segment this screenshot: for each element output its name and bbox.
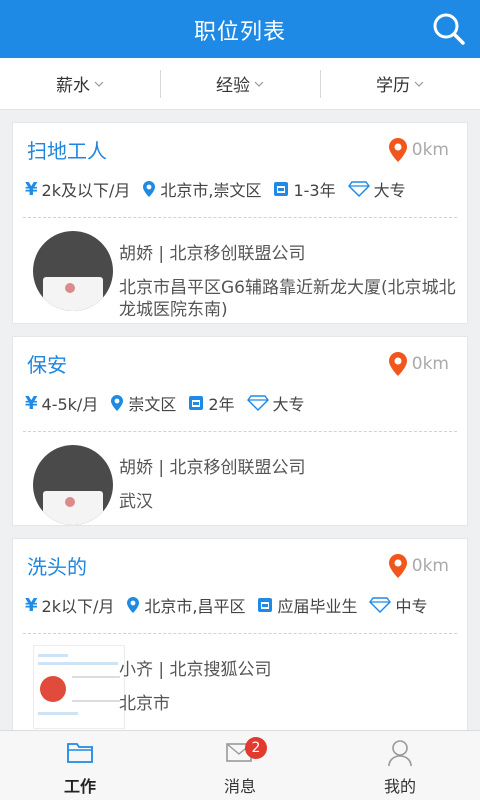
company-avatar [33, 231, 113, 311]
salary-value: 2k以下/月 [41, 597, 115, 616]
filter-bar: 薪水 经验 学历 [0, 58, 480, 110]
education-value: 大专 [272, 395, 305, 414]
distance: 0km [388, 137, 449, 163]
job-list: 扫地工人 0km ¥2k及以下/月 北京市,崇文区 1-3年 大专 胡娇 | 北… [0, 110, 480, 730]
map-pin-icon [110, 394, 124, 412]
tab-messages[interactable]: 消息 [160, 731, 320, 800]
filter-experience[interactable]: 经验 [160, 58, 320, 109]
education-tag: 中专 [369, 593, 428, 617]
experience-tag: 应届毕业生 [257, 593, 357, 617]
tab-label: 消息 [223, 777, 256, 796]
map-pin-icon [126, 596, 140, 614]
salary-value: 2k及以下/月 [41, 181, 131, 200]
experience-tag: 1-3年 [273, 177, 336, 201]
bottom-tab-bar: 工作 消息 我的 2 [0, 730, 480, 800]
company-avatar [33, 445, 113, 525]
search-icon[interactable] [432, 12, 466, 46]
job-address: 北京市昌平区G6辅路靠近新龙大厦(北京城北龙城医院东南) [119, 278, 456, 320]
location-tag: 崇文区 [110, 391, 176, 415]
education-value: 中专 [395, 597, 428, 616]
distance-value: 0km [411, 140, 449, 160]
user-icon [387, 739, 413, 771]
job-tags: ¥2k及以下/月 北京市,崇文区 1-3年 大专 [25, 177, 418, 201]
experience-tag: 2年 [188, 391, 235, 415]
diamond-icon [246, 395, 269, 411]
diamond-icon [347, 181, 370, 197]
distance: 0km [388, 553, 449, 579]
calendar-icon [273, 181, 289, 197]
chevron-down-icon [94, 81, 104, 87]
salary-tag: ¥4-5k/月 [25, 391, 98, 415]
chevron-down-icon [414, 81, 424, 87]
calendar-icon [257, 597, 273, 613]
divider [23, 633, 457, 634]
tab-me[interactable]: 我的 [320, 731, 480, 800]
filter-salary[interactable]: 薪水 [0, 58, 160, 109]
salary-tag: ¥2k以下/月 [25, 593, 114, 617]
yen-icon: ¥ [25, 594, 38, 616]
map-pin-icon [142, 180, 156, 198]
job-title: 洗头的 [27, 555, 87, 579]
job-address: 武汉 [119, 492, 153, 512]
contact-company: 胡娇 | 北京移创联盟公司 [119, 458, 306, 478]
tab-label: 我的 [383, 777, 416, 796]
location-value: 崇文区 [128, 395, 177, 414]
experience-value: 2年 [208, 395, 235, 414]
job-title: 保安 [27, 353, 67, 377]
filter-label: 学历 [376, 76, 410, 96]
education-tag: 大专 [347, 177, 406, 201]
job-card[interactable]: 洗头的 0km ¥2k以下/月 北京市,昌平区 应届毕业生 中专 小齐 | 北京… [12, 538, 468, 730]
location-tag: 北京市,崇文区 [142, 177, 261, 201]
filter-education[interactable]: 学历 [320, 58, 480, 109]
app-header: 职位列表 [0, 0, 480, 58]
job-title: 扫地工人 [27, 139, 107, 163]
company-thumbnail [33, 645, 125, 729]
distance: 0km [388, 351, 449, 377]
job-tags: ¥4-5k/月 崇文区 2年 大专 [25, 391, 317, 415]
yen-icon: ¥ [25, 392, 38, 414]
location-pin-icon [388, 554, 407, 578]
yen-icon: ¥ [25, 178, 38, 200]
contact-company: 小齐 | 北京搜狐公司 [119, 660, 272, 680]
contact-company: 胡娇 | 北京移创联盟公司 [119, 244, 306, 264]
folder-icon [66, 739, 94, 769]
job-card[interactable]: 保安 0km ¥4-5k/月 崇文区 2年 大专 胡娇 | 北京移创联盟公司 武… [12, 336, 468, 526]
filter-label: 经验 [216, 76, 250, 96]
location-pin-icon [388, 138, 407, 162]
divider [23, 217, 457, 218]
salary-tag: ¥2k及以下/月 [25, 177, 130, 201]
message-badge: 2 [245, 737, 267, 759]
salary-value: 4-5k/月 [41, 395, 99, 414]
diamond-icon [369, 597, 392, 613]
experience-value: 1-3年 [293, 181, 336, 200]
distance-value: 0km [411, 354, 449, 374]
location-value: 北京市,崇文区 [160, 181, 262, 200]
location-pin-icon [388, 352, 407, 376]
filter-label: 薪水 [56, 76, 90, 96]
location-tag: 北京市,昌平区 [126, 593, 245, 617]
tab-label: 工作 [63, 777, 96, 796]
distance-value: 0km [411, 556, 449, 576]
education-tag: 大专 [246, 391, 305, 415]
chevron-down-icon [254, 81, 264, 87]
job-card[interactable]: 扫地工人 0km ¥2k及以下/月 北京市,崇文区 1-3年 大专 胡娇 | 北… [12, 122, 468, 324]
experience-value: 应届毕业生 [277, 597, 358, 616]
divider [23, 431, 457, 432]
calendar-icon [188, 395, 204, 411]
job-address: 北京市 [119, 694, 170, 714]
education-value: 大专 [373, 181, 406, 200]
page-title: 职位列表 [193, 20, 286, 45]
job-tags: ¥2k以下/月 北京市,昌平区 应届毕业生 中专 [25, 593, 440, 617]
tab-work[interactable]: 工作 [0, 731, 160, 800]
location-value: 北京市,昌平区 [144, 597, 246, 616]
